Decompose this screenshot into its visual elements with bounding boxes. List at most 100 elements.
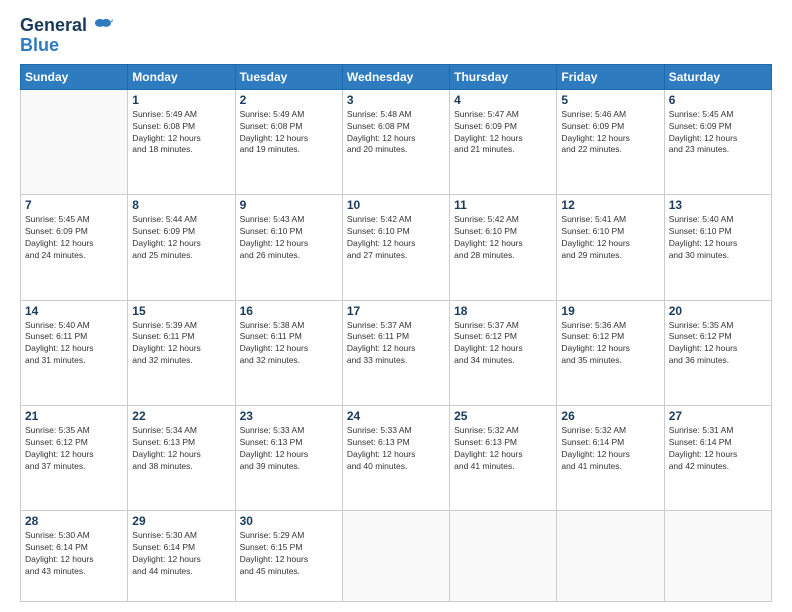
- week-row-3: 14 Sunrise: 5:40 AM Sunset: 6:11 PM Dayli…: [21, 300, 772, 405]
- weekday-header-monday: Monday: [128, 64, 235, 89]
- day-info: Sunrise: 5:37 AM Sunset: 6:12 PM Dayligh…: [454, 320, 552, 368]
- day-number: 26: [561, 409, 659, 423]
- day-info: Sunrise: 5:35 AM Sunset: 6:12 PM Dayligh…: [669, 320, 767, 368]
- calendar-cell: [664, 511, 771, 602]
- day-info: Sunrise: 5:45 AM Sunset: 6:09 PM Dayligh…: [669, 109, 767, 157]
- calendar-cell: 10 Sunrise: 5:42 AM Sunset: 6:10 PM Dayli…: [342, 195, 449, 300]
- day-info: Sunrise: 5:49 AM Sunset: 6:08 PM Dayligh…: [240, 109, 338, 157]
- day-number: 1: [132, 93, 230, 107]
- day-info: Sunrise: 5:40 AM Sunset: 6:10 PM Dayligh…: [669, 214, 767, 262]
- day-number: 11: [454, 198, 552, 212]
- day-number: 29: [132, 514, 230, 528]
- day-info: Sunrise: 5:44 AM Sunset: 6:09 PM Dayligh…: [132, 214, 230, 262]
- day-number: 22: [132, 409, 230, 423]
- calendar-cell: 5Sunrise: 5:46 AM Sunset: 6:09 PM Daylig…: [557, 89, 664, 194]
- day-number: 7: [25, 198, 123, 212]
- day-number: 28: [25, 514, 123, 528]
- calendar-cell: 12 Sunrise: 5:41 AM Sunset: 6:10 PM Dayli…: [557, 195, 664, 300]
- day-number: 14: [25, 304, 123, 318]
- calendar-cell: 23Sunrise: 5:33 AM Sunset: 6:13 PM Dayli…: [235, 405, 342, 510]
- day-info: Sunrise: 5:32 AM Sunset: 6:13 PM Dayligh…: [454, 425, 552, 473]
- calendar-cell: 29 Sunrise: 5:30 AM Sunset: 6:14 PM Dayli…: [128, 511, 235, 602]
- logo: General Blue: [20, 16, 113, 54]
- day-info: Sunrise: 5:32 AM Sunset: 6:14 PM Dayligh…: [561, 425, 659, 473]
- calendar-cell: 4 Sunrise: 5:47 AM Sunset: 6:09 PM Daylig…: [450, 89, 557, 194]
- weekday-header-sunday: Sunday: [21, 64, 128, 89]
- day-info: Sunrise: 5:31 AM Sunset: 6:14 PM Dayligh…: [669, 425, 767, 473]
- day-number: 15: [132, 304, 230, 318]
- day-number: 20: [669, 304, 767, 318]
- day-info: Sunrise: 5:40 AM Sunset: 6:11 PM Dayligh…: [25, 320, 123, 368]
- calendar-cell: 30 Sunrise: 5:29 AM Sunset: 6:15 PM Dayli…: [235, 511, 342, 602]
- day-number: 13: [669, 198, 767, 212]
- day-number: 3: [347, 93, 445, 107]
- calendar-cell: 20 Sunrise: 5:35 AM Sunset: 6:12 PM Dayli…: [664, 300, 771, 405]
- weekday-header-friday: Friday: [557, 64, 664, 89]
- calendar-cell: 14 Sunrise: 5:40 AM Sunset: 6:11 PM Dayli…: [21, 300, 128, 405]
- calendar-cell: 18 Sunrise: 5:37 AM Sunset: 6:12 PM Dayli…: [450, 300, 557, 405]
- calendar-cell: 13 Sunrise: 5:40 AM Sunset: 6:10 PM Dayli…: [664, 195, 771, 300]
- day-info: Sunrise: 5:33 AM Sunset: 6:13 PM Dayligh…: [240, 425, 338, 473]
- calendar-cell: [557, 511, 664, 602]
- week-row-4: 21Sunrise: 5:35 AM Sunset: 6:12 PM Dayli…: [21, 405, 772, 510]
- calendar-cell: 2 Sunrise: 5:49 AM Sunset: 6:08 PM Daylig…: [235, 89, 342, 194]
- day-number: 18: [454, 304, 552, 318]
- day-info: Sunrise: 5:38 AM Sunset: 6:11 PM Dayligh…: [240, 320, 338, 368]
- logo-blue: Blue: [20, 36, 59, 54]
- calendar-cell: 21Sunrise: 5:35 AM Sunset: 6:12 PM Dayli…: [21, 405, 128, 510]
- calendar-cell: 1 Sunrise: 5:49 AM Sunset: 6:08 PM Daylig…: [128, 89, 235, 194]
- day-number: 12: [561, 198, 659, 212]
- calendar-cell: 11 Sunrise: 5:42 AM Sunset: 6:10 PM Dayli…: [450, 195, 557, 300]
- day-info: Sunrise: 5:43 AM Sunset: 6:10 PM Dayligh…: [240, 214, 338, 262]
- day-number: 10: [347, 198, 445, 212]
- calendar-cell: 26 Sunrise: 5:32 AM Sunset: 6:14 PM Dayli…: [557, 405, 664, 510]
- day-info: Sunrise: 5:45 AM Sunset: 6:09 PM Dayligh…: [25, 214, 123, 262]
- weekday-header-saturday: Saturday: [664, 64, 771, 89]
- calendar-cell: 16 Sunrise: 5:38 AM Sunset: 6:11 PM Dayli…: [235, 300, 342, 405]
- calendar-cell: 6 Sunrise: 5:45 AM Sunset: 6:09 PM Daylig…: [664, 89, 771, 194]
- calendar-cell: [450, 511, 557, 602]
- day-number: 17: [347, 304, 445, 318]
- day-info: Sunrise: 5:49 AM Sunset: 6:08 PM Dayligh…: [132, 109, 230, 157]
- day-number: 27: [669, 409, 767, 423]
- day-number: 21: [25, 409, 123, 423]
- day-info: Sunrise: 5:46 AM Sunset: 6:09 PM Dayligh…: [561, 109, 659, 157]
- weekday-header-thursday: Thursday: [450, 64, 557, 89]
- calendar-cell: 15 Sunrise: 5:39 AM Sunset: 6:11 PM Dayli…: [128, 300, 235, 405]
- calendar-cell: [21, 89, 128, 194]
- day-info: Sunrise: 5:34 AM Sunset: 6:13 PM Dayligh…: [132, 425, 230, 473]
- day-info: Sunrise: 5:39 AM Sunset: 6:11 PM Dayligh…: [132, 320, 230, 368]
- day-info: Sunrise: 5:48 AM Sunset: 6:08 PM Dayligh…: [347, 109, 445, 157]
- day-info: Sunrise: 5:37 AM Sunset: 6:11 PM Dayligh…: [347, 320, 445, 368]
- day-info: Sunrise: 5:33 AM Sunset: 6:13 PM Dayligh…: [347, 425, 445, 473]
- logo-general: General: [20, 16, 113, 36]
- calendar-cell: 17 Sunrise: 5:37 AM Sunset: 6:11 PM Dayli…: [342, 300, 449, 405]
- week-row-5: 28 Sunrise: 5:30 AM Sunset: 6:14 PM Dayli…: [21, 511, 772, 602]
- week-row-2: 7 Sunrise: 5:45 AM Sunset: 6:09 PM Daylig…: [21, 195, 772, 300]
- calendar-cell: 7 Sunrise: 5:45 AM Sunset: 6:09 PM Daylig…: [21, 195, 128, 300]
- day-info: Sunrise: 5:42 AM Sunset: 6:10 PM Dayligh…: [347, 214, 445, 262]
- day-info: Sunrise: 5:47 AM Sunset: 6:09 PM Dayligh…: [454, 109, 552, 157]
- day-number: 2: [240, 93, 338, 107]
- day-info: Sunrise: 5:30 AM Sunset: 6:14 PM Dayligh…: [132, 530, 230, 578]
- day-info: Sunrise: 5:36 AM Sunset: 6:12 PM Dayligh…: [561, 320, 659, 368]
- weekday-header-wednesday: Wednesday: [342, 64, 449, 89]
- calendar-cell: 3 Sunrise: 5:48 AM Sunset: 6:08 PM Daylig…: [342, 89, 449, 194]
- calendar-cell: 22 Sunrise: 5:34 AM Sunset: 6:13 PM Dayli…: [128, 405, 235, 510]
- day-number: 4: [454, 93, 552, 107]
- day-number: 25: [454, 409, 552, 423]
- header: General Blue: [20, 16, 772, 54]
- day-info: Sunrise: 5:42 AM Sunset: 6:10 PM Dayligh…: [454, 214, 552, 262]
- day-info: Sunrise: 5:41 AM Sunset: 6:10 PM Dayligh…: [561, 214, 659, 262]
- day-info: Sunrise: 5:29 AM Sunset: 6:15 PM Dayligh…: [240, 530, 338, 578]
- logo-bird-icon: [93, 18, 113, 34]
- day-number: 16: [240, 304, 338, 318]
- day-number: 19: [561, 304, 659, 318]
- day-number: 30: [240, 514, 338, 528]
- calendar-table: SundayMondayTuesdayWednesdayThursdayFrid…: [20, 64, 772, 602]
- day-number: 6: [669, 93, 767, 107]
- calendar-cell: 9Sunrise: 5:43 AM Sunset: 6:10 PM Daylig…: [235, 195, 342, 300]
- calendar-cell: 28Sunrise: 5:30 AM Sunset: 6:14 PM Dayli…: [21, 511, 128, 602]
- calendar-cell: [342, 511, 449, 602]
- calendar-cell: 24Sunrise: 5:33 AM Sunset: 6:13 PM Dayli…: [342, 405, 449, 510]
